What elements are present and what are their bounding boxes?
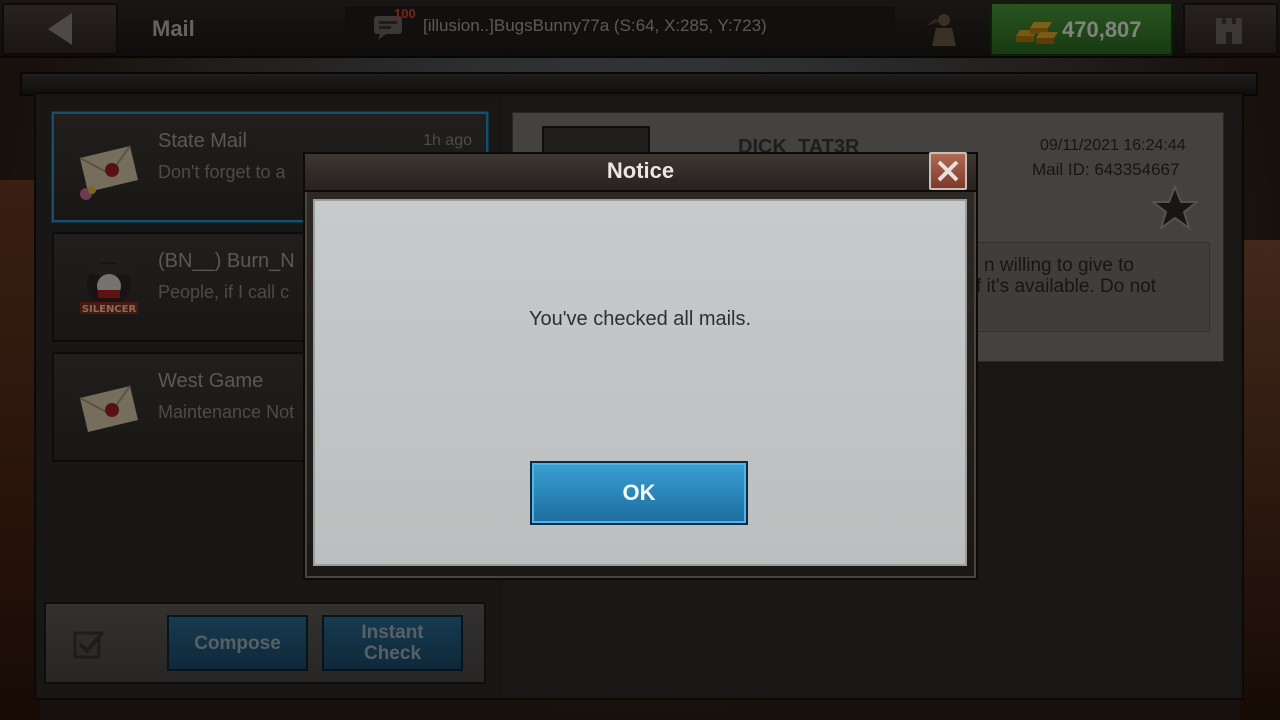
close-icon	[937, 160, 959, 182]
close-button[interactable]	[929, 152, 967, 190]
ok-button[interactable]: OK	[530, 461, 748, 525]
notice-message: You've checked all mails.	[528, 308, 752, 330]
notice-title: Notice	[606, 158, 675, 183]
